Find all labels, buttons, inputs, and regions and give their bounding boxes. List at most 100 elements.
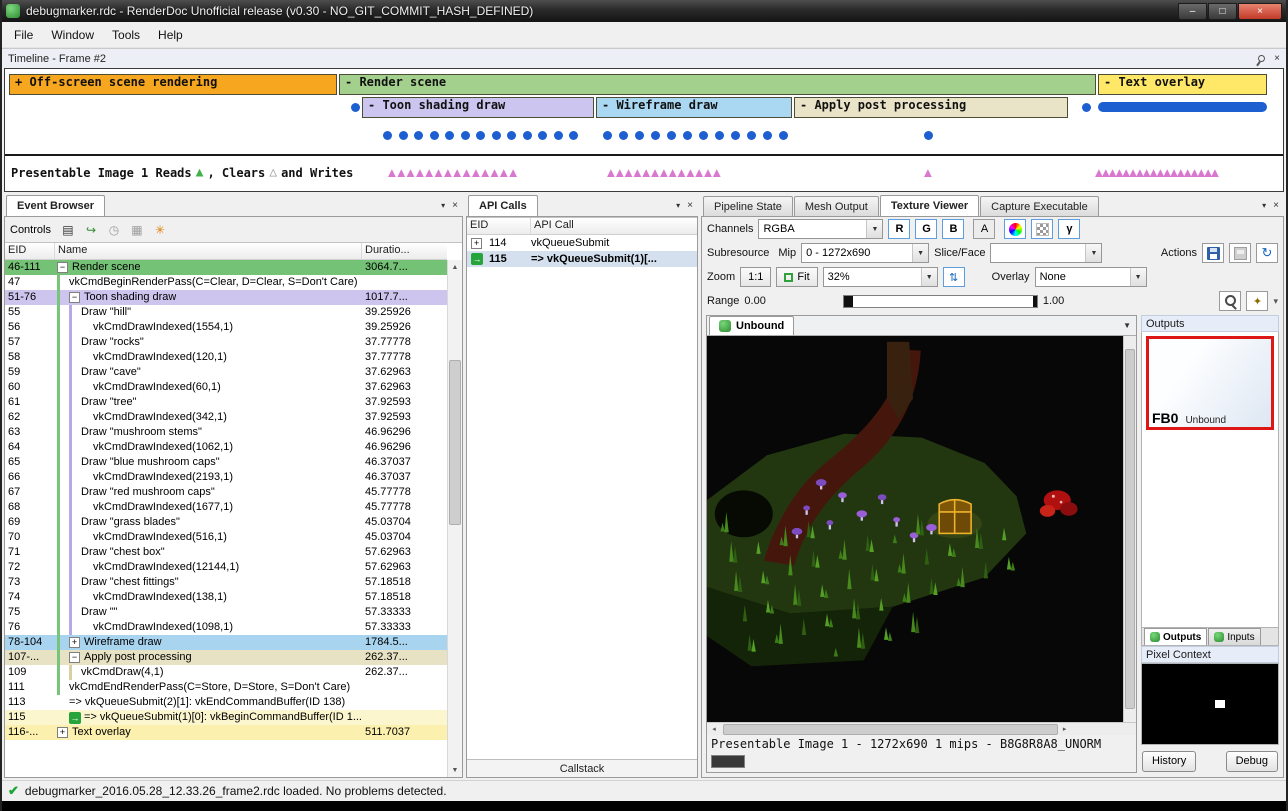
- save-texture-button[interactable]: [1202, 243, 1224, 263]
- tab-event-browser[interactable]: Event Browser: [6, 195, 105, 216]
- timeline-event-dot[interactable]: [779, 131, 788, 140]
- api-call-row[interactable]: +114vkQueueSubmit: [467, 235, 697, 251]
- autofit-range-button[interactable]: ✦: [1246, 291, 1268, 311]
- slice-face-combo[interactable]: ▼: [990, 243, 1102, 263]
- scroll-left-icon[interactable]: ◂: [707, 725, 721, 733]
- channels-combo[interactable]: RGBA ▼: [758, 219, 883, 239]
- timeline-marker-bar[interactable]: - Render scene: [339, 74, 1096, 95]
- expand-icon[interactable]: +: [471, 238, 482, 249]
- timeline-event-dot[interactable]: [651, 131, 660, 140]
- event-row[interactable]: 68vkCmdDrawIndexed(1677,1)45.77778: [5, 500, 447, 515]
- output-fb0-thumbnail[interactable]: FB0 Unbound: [1146, 336, 1274, 430]
- event-row[interactable]: 64vkCmdDrawIndexed(1062,1)46.96296: [5, 440, 447, 455]
- event-row[interactable]: 55Draw "hill"39.25926: [5, 305, 447, 320]
- event-row[interactable]: 71Draw "chest box"57.62963: [5, 545, 447, 560]
- event-row[interactable]: 115→=> vkQueueSubmit(1)[0]: vkBeginComma…: [5, 710, 447, 725]
- timeline-event-dot[interactable]: [715, 131, 724, 140]
- event-row[interactable]: 61Draw "tree"37.92593: [5, 395, 447, 410]
- timeline-event-dot[interactable]: [603, 131, 612, 140]
- history-button[interactable]: History: [1142, 751, 1196, 772]
- tab-pipeline-state[interactable]: Pipeline State: [703, 196, 793, 216]
- panel-close-icon[interactable]: ×: [687, 200, 693, 211]
- timeline-marker-bar[interactable]: - Toon shading draw: [362, 97, 594, 118]
- zoom-combo[interactable]: 32% ▼: [823, 267, 938, 287]
- menu-item-tools[interactable]: Tools: [103, 25, 149, 45]
- event-row[interactable]: 111vkCmdEndRenderPass(C=Store, D=Store, …: [5, 680, 447, 695]
- event-row[interactable]: 46-111−Render scene3064.7...: [5, 260, 447, 275]
- event-row[interactable]: 66vkCmdDrawIndexed(2193,1)46.37037: [5, 470, 447, 485]
- expand-icon[interactable]: +: [57, 727, 68, 738]
- timeline-event-dot[interactable]: [763, 131, 772, 140]
- timeline-event-dot[interactable]: [414, 131, 423, 140]
- column-header-eid[interactable]: EID: [467, 218, 531, 234]
- event-row[interactable]: 109vkCmdDraw(4,1)262.37...: [5, 665, 447, 680]
- event-row[interactable]: 113=> vkQueueSubmit(2)[1]: vkEndCommandB…: [5, 695, 447, 710]
- timeline-event-dot[interactable]: [667, 131, 676, 140]
- event-row[interactable]: 73Draw "chest fittings"57.18518: [5, 575, 447, 590]
- overlay-combo[interactable]: None ▼: [1035, 267, 1147, 287]
- api-call-row[interactable]: →115=> vkQueueSubmit(1)[...: [467, 251, 697, 267]
- texture-list-chevron-icon[interactable]: ▼: [1123, 321, 1136, 335]
- mip-combo[interactable]: 0 - 1272x690 ▼: [801, 243, 929, 263]
- close-button[interactable]: ×: [1238, 3, 1282, 20]
- tab-inputs[interactable]: Inputs: [1208, 628, 1260, 645]
- export-icon[interactable]: ↪: [81, 220, 101, 239]
- timeline-event-dot[interactable]: [538, 131, 547, 140]
- timeline-event-dot[interactable]: [924, 131, 933, 140]
- event-row[interactable]: 107-...−Apply post processing262.37...: [5, 650, 447, 665]
- expand-icon[interactable]: +: [69, 637, 80, 648]
- open-texture-button[interactable]: [1229, 243, 1251, 263]
- timeline-close-icon[interactable]: ×: [1274, 53, 1280, 64]
- panel-close-icon[interactable]: ×: [1273, 200, 1279, 211]
- column-header-name[interactable]: Name: [55, 243, 362, 259]
- flip-y-button[interactable]: ⇅: [943, 267, 965, 287]
- scrollbar-thumb[interactable]: [1125, 349, 1135, 709]
- timeline-event-dot[interactable]: [699, 131, 708, 140]
- panel-menu-icon[interactable]: ▾: [1262, 201, 1266, 210]
- timeline-event-dot[interactable]: [445, 131, 454, 140]
- event-row[interactable]: 59Draw "cave"37.62963: [5, 365, 447, 380]
- texture-image-view[interactable]: [707, 336, 1136, 722]
- browse-icon[interactable]: ▤: [58, 220, 78, 239]
- channel-alpha-button[interactable]: A: [973, 219, 995, 239]
- scroll-right-icon[interactable]: ▸: [1058, 725, 1072, 733]
- event-row[interactable]: 47vkCmdBeginRenderPass(C=Clear, D=Clear,…: [5, 275, 447, 290]
- event-row[interactable]: 116-...+Text overlay511.7037: [5, 725, 447, 740]
- timeline-marker-bar[interactable]: - Text overlay: [1098, 74, 1267, 95]
- event-row[interactable]: 60vkCmdDrawIndexed(60,1)37.62963: [5, 380, 447, 395]
- collapse-icon[interactable]: −: [57, 262, 68, 273]
- bookmark-icon[interactable]: ✳: [150, 220, 170, 239]
- event-row[interactable]: 78-104+Wireframe draw1784.5...: [5, 635, 447, 650]
- timeline-event-dot[interactable]: [523, 131, 532, 140]
- zoom-fit-button[interactable]: Fit: [776, 267, 817, 287]
- timeline-event-dot[interactable]: [461, 131, 470, 140]
- panel-menu-icon[interactable]: ▾: [676, 201, 680, 210]
- range-min-handle[interactable]: [844, 296, 853, 307]
- timeline-event-dot[interactable]: [554, 131, 563, 140]
- tab-outputs[interactable]: Outputs: [1144, 628, 1207, 645]
- timeline-event-dot[interactable]: [747, 131, 756, 140]
- timeline-event-dot[interactable]: [383, 131, 392, 140]
- column-header-duration[interactable]: Duratio...: [362, 243, 447, 259]
- event-row[interactable]: 65Draw "blue mushroom caps"46.37037: [5, 455, 447, 470]
- column-header-api-call[interactable]: API Call: [531, 218, 697, 234]
- event-row[interactable]: 75Draw ""57.33333: [5, 605, 447, 620]
- event-row[interactable]: 72vkCmdDrawIndexed(12144,1)57.62963: [5, 560, 447, 575]
- tab-capture-executable[interactable]: Capture Executable: [980, 196, 1099, 216]
- timeline-event-dot[interactable]: [492, 131, 501, 140]
- timeline-event-dot[interactable]: [430, 131, 439, 140]
- debug-button[interactable]: Debug: [1226, 751, 1278, 772]
- collapse-icon[interactable]: −: [69, 652, 80, 663]
- refresh-button[interactable]: ↻: [1256, 243, 1278, 263]
- timeline-event-dot[interactable]: [507, 131, 516, 140]
- menu-item-window[interactable]: Window: [42, 25, 103, 45]
- panel-menu-icon[interactable]: ▾: [441, 201, 445, 210]
- channel-green-button[interactable]: G: [915, 219, 937, 239]
- timeline-event-dot[interactable]: [619, 131, 628, 140]
- tab-api-calls[interactable]: API Calls: [468, 195, 538, 216]
- zoom-range-button[interactable]: [1219, 291, 1241, 311]
- menu-item-file[interactable]: File: [5, 25, 42, 45]
- texture-vscrollbar[interactable]: [1123, 336, 1136, 722]
- event-row[interactable]: 70vkCmdDrawIndexed(516,1)45.03704: [5, 530, 447, 545]
- callstack-section[interactable]: Callstack: [467, 759, 697, 777]
